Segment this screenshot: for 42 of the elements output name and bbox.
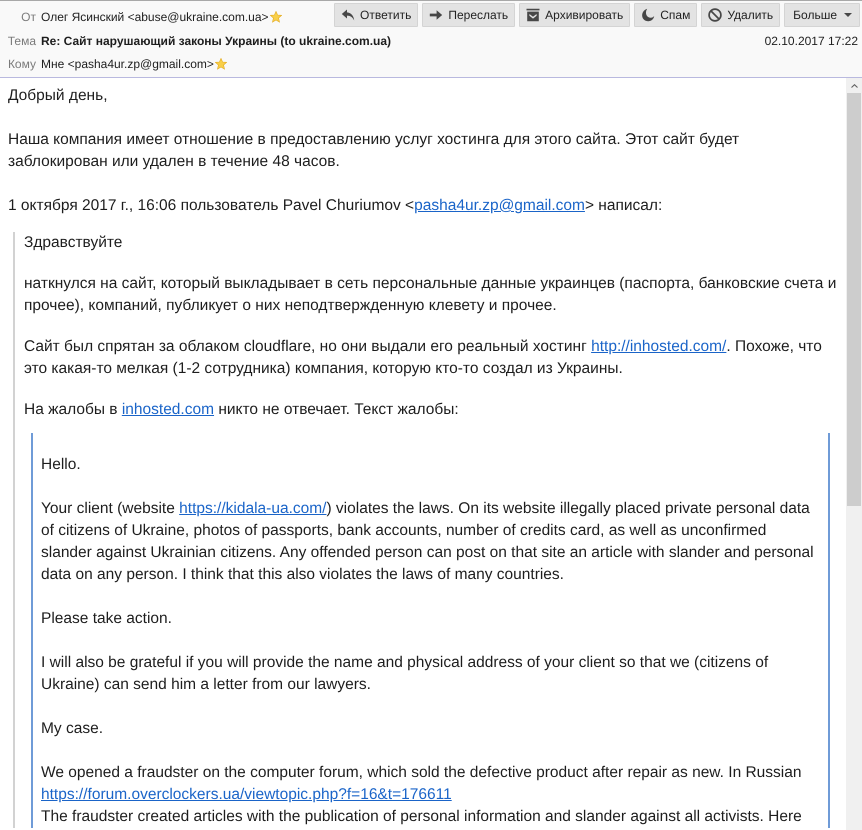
message-date: 02.10.2017 17:22: [764, 34, 858, 48]
message-paragraph: Сайт был спрятан за облаком cloudflare, но они выдали его реальный хостинг http://inhosted.com/. Похоже, что это какая-то мелкая (1-2 сотрудника) компания, которую кто-то создал из Украины.: [24, 337, 823, 379]
sender-address: Олег Ясинский <abuse@ukraine.com.ua>: [41, 10, 269, 24]
hyperlink[interactable]: pasha4ur.zp@gmail.com: [414, 197, 585, 214]
recipient-address: Мне <pasha4ur.zp@gmail.com>: [41, 56, 214, 70]
star-icon[interactable]: [270, 11, 282, 23]
reply-button[interactable]: Ответить: [334, 3, 418, 27]
more-button[interactable]: Больше: [784, 3, 860, 27]
caret-down-icon: [844, 13, 852, 17]
message-paragraph: My case.: [41, 719, 104, 739]
message-paragraph: Hello.: [41, 455, 82, 475]
crescent-icon: [641, 8, 656, 22]
scrollbar-thumb[interactable]: [847, 93, 861, 506]
hyperlink[interactable]: inhosted.com: [122, 401, 214, 418]
message-paragraph: Please take action.: [41, 609, 173, 629]
prohibited-icon: [708, 8, 722, 22]
message-paragraph: Your client (website https://kidala-ua.com/) violates the laws. On its website illegally placed private personal data of citizens of Ukraine, photos of passports, bank accounts, number of credits card, as well as unconfirmed slander against Ukrainian citizens. Any offended person can post on that site an article with slander and personal data on any person. I think that this also violates the laws of many countries.: [41, 499, 815, 585]
field-label: Тема: [6, 34, 36, 48]
delete-button[interactable]: Удалить: [701, 3, 780, 27]
forward-button[interactable]: Переслать: [422, 3, 516, 27]
subject-text: Re: Сайт нарушающий законы Украины (to ukraine.com.ua): [41, 34, 392, 48]
message-paragraph: We opened a fraudster on the computer forum, which sold the defective product after repair as new. In Russian https://forum.overclockers.ua/viewtopic.php?f=16&t=176611 The fraudster created articles with the publication of personal information and slander against all activists. Here: [41, 763, 803, 827]
archive-box-icon: [526, 8, 540, 22]
star-icon[interactable]: [214, 58, 227, 70]
field-label: Кому: [6, 56, 36, 70]
message-paragraph: На жалобы в inhosted.com никто не отвечает. Текст жалобы:: [24, 400, 460, 420]
caret-up-icon: [850, 84, 858, 88]
message-paragraph: Наша компания имеет отношение в предоставлению услуг хостинга для этого сайта. Этот сайт будет заблокирован или удален в течение 48 часов.: [8, 130, 740, 172]
reply-icon: [341, 8, 356, 22]
hyperlink[interactable]: https://forum.overclockers.ua/viewtopic.php?f=16&t=176611: [41, 786, 452, 803]
message-paragraph: Здравствуйте: [24, 233, 124, 253]
message-paragraph: Добрый день,: [8, 86, 109, 106]
spam-button[interactable]: Спам: [634, 3, 698, 27]
message-paragraph: наткнулся на сайт, который выкладывает в сеть персональные данные украинцев (паспорта, банковские счета и прочее), компаний, публикует о них неподтвержденную клевету и прочее.: [24, 274, 838, 316]
scrollbar-track[interactable]: [846, 78, 862, 830]
field-label: От: [20, 10, 36, 24]
archive-button[interactable]: Архивировать: [519, 3, 630, 27]
message-paragraph: 1 октября 2017 г., 16:06 пользователь Pavel Churiumov <pasha4ur.zp@gmail.com> написал:: [8, 196, 664, 216]
hyperlink[interactable]: http://inhosted.com/: [591, 338, 726, 355]
hyperlink[interactable]: https://kidala-ua.com/: [179, 500, 326, 517]
arrow-right-icon: [429, 8, 444, 22]
message-paragraph: I will also be grateful if you will provide the name and physical address of your client so that we (citizens of Ukraine) can send him a letter from our lawyers.: [41, 653, 770, 695]
